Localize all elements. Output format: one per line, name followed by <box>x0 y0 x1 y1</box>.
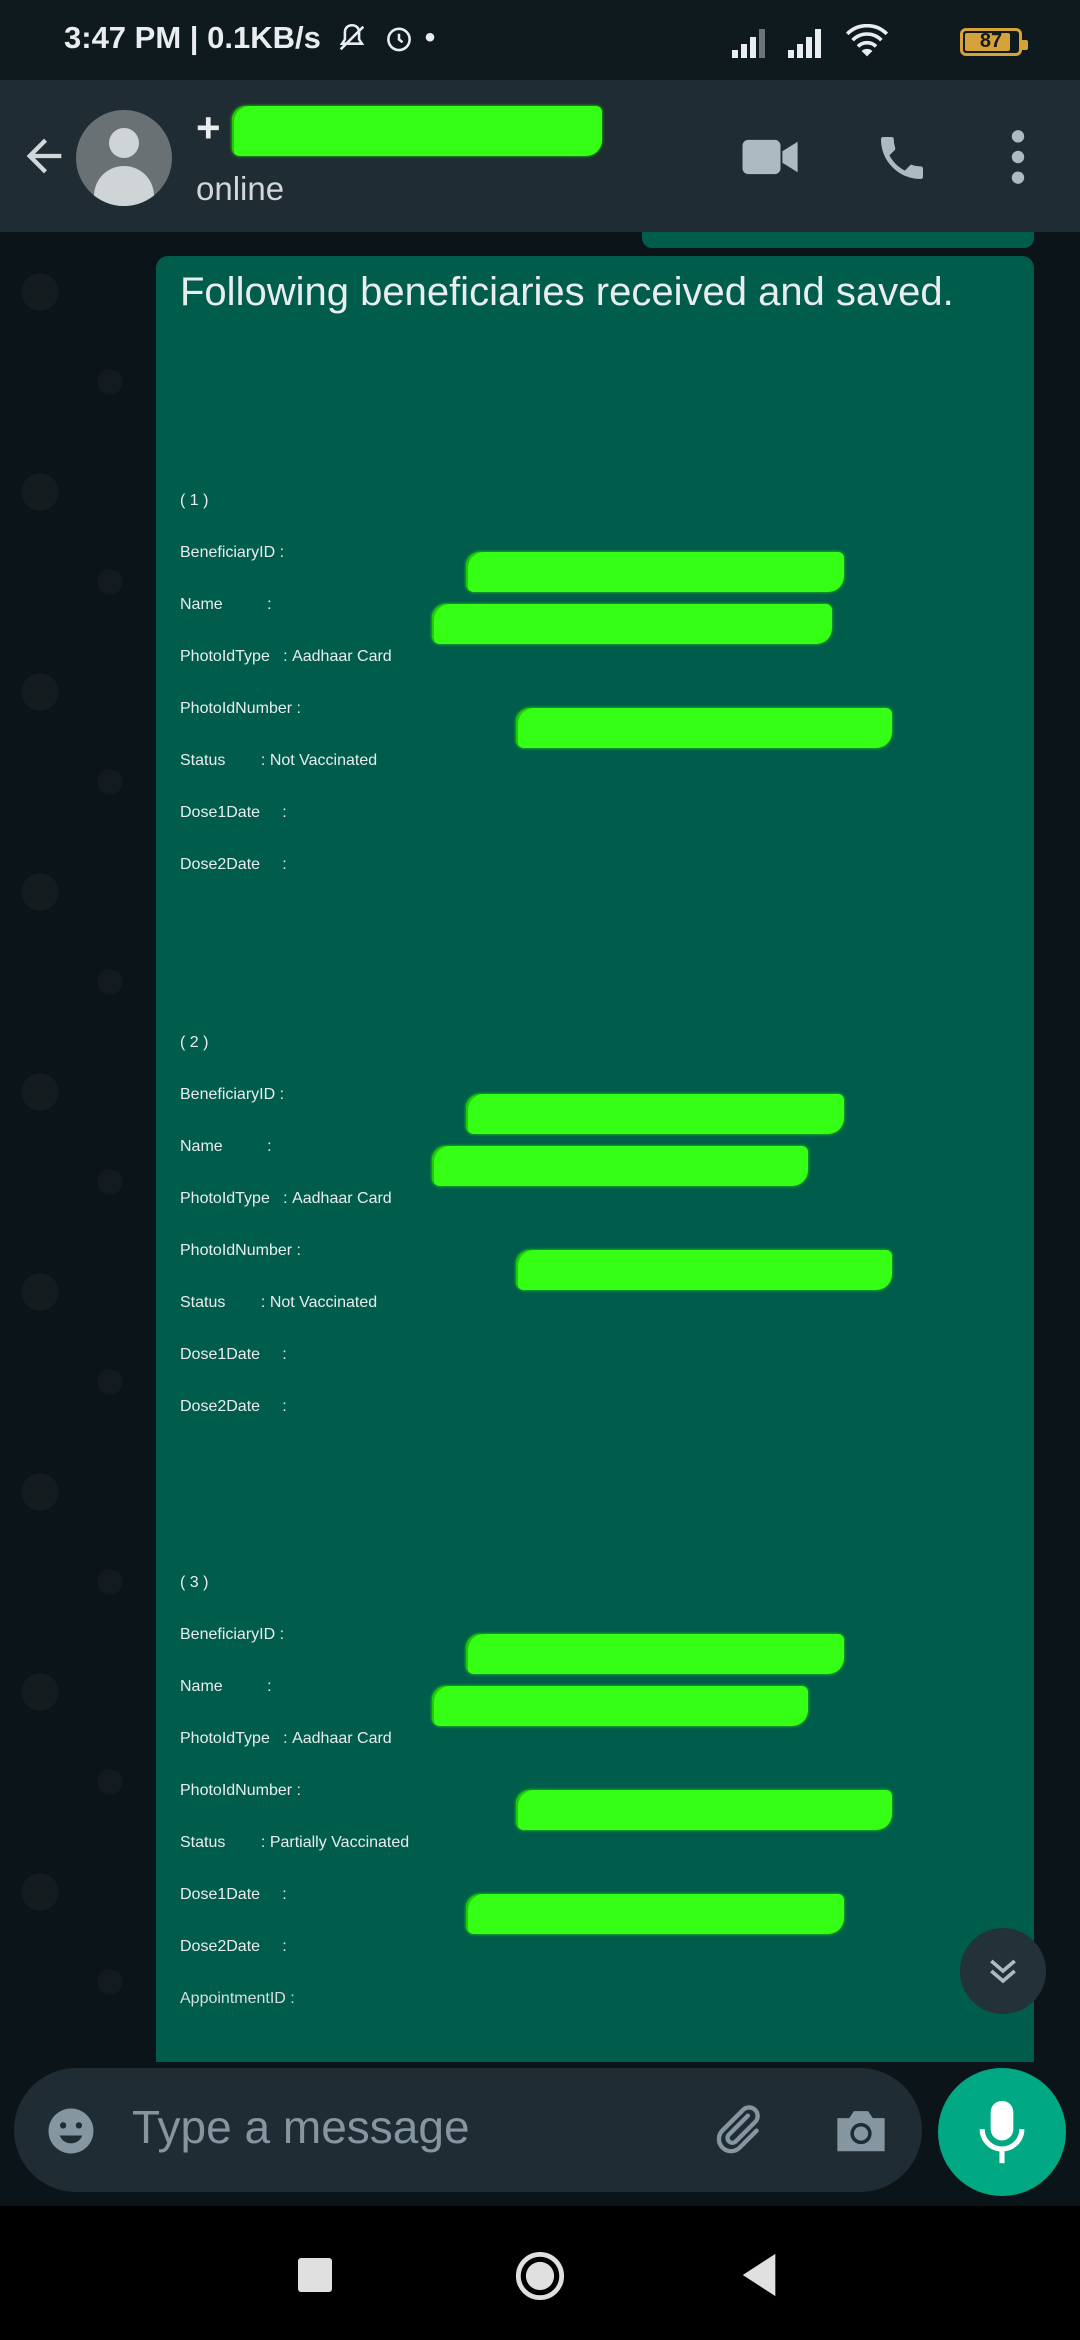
beneficiary-id-redaction <box>466 1634 844 1674</box>
nav-home-icon[interactable] <box>514 2250 566 2302</box>
status-value: Not Vaccinated <box>269 752 378 769</box>
message-text: Following beneficiaries received and sav… <box>180 266 1010 318</box>
beneficiary-entry: ( 2 ) BeneficiaryID : Name : PhotoIdType… <box>180 1034 892 1450</box>
name-redaction <box>432 1686 808 1726</box>
status-value: Partially Vaccinated <box>269 1834 410 1851</box>
nav-back-icon[interactable] <box>740 2252 780 2298</box>
more-options-icon[interactable] <box>1000 126 1036 188</box>
photo-id-number-redaction <box>516 708 892 748</box>
wifi-icon <box>845 24 889 57</box>
dose1-label: Dose1Date : <box>180 1886 287 1903</box>
status-label: Status : <box>180 1834 266 1851</box>
nav-recents-icon[interactable] <box>298 2258 332 2292</box>
contact-number-redaction <box>232 106 602 156</box>
mic-button[interactable] <box>938 2068 1066 2196</box>
beneficiary-entry: ( 1 ) BeneficiaryID : Name : PhotoIdType… <box>180 492 892 908</box>
entry-index: ( 1 ) <box>180 492 209 509</box>
beneficiary-id-label: BeneficiaryID : <box>180 1086 285 1103</box>
status-label: Status : <box>180 1294 266 1311</box>
scroll-down-button[interactable] <box>960 1928 1046 2014</box>
signal-icon-1 <box>732 29 765 58</box>
contact-prefix: + <box>196 104 221 151</box>
chat-header: + online <box>0 80 1080 232</box>
signal-icon-2 <box>788 29 821 58</box>
chat-area[interactable]: Following beneficiaries received and sav… <box>0 232 1080 2062</box>
system-nav-bar <box>0 2206 1080 2340</box>
status-time: 3:47 PM <box>64 19 182 55</box>
beneficiary-id-redaction <box>466 1094 844 1134</box>
avatar[interactable] <box>76 110 172 206</box>
photo-id-type-label: PhotoIdType : <box>180 1730 288 1747</box>
photo-id-type-label: PhotoIdType : <box>180 1190 288 1207</box>
appointment-id-label: AppointmentID : <box>180 1990 295 2007</box>
message-intro: Following beneficiaries received and sav… <box>180 270 954 314</box>
entry-index: ( 2 ) <box>180 1034 209 1051</box>
dose1-label: Dose1Date : <box>180 804 287 821</box>
name-label: Name : <box>180 1678 272 1695</box>
photo-id-number-label: PhotoIdNumber : <box>180 700 301 717</box>
dose2-label: Dose2Date : <box>180 856 287 873</box>
photo-id-number-label: PhotoIdNumber : <box>180 1782 301 1799</box>
status-label: Status : <box>180 752 266 769</box>
name-label: Name : <box>180 1138 272 1155</box>
message-input[interactable]: Type a message <box>132 2100 470 2154</box>
attach-icon[interactable] <box>708 2100 766 2158</box>
photo-id-type-value: Aadhaar Card <box>292 648 392 665</box>
name-label: Name : <box>180 596 272 613</box>
name-redaction <box>432 604 832 644</box>
scroll-down-icon <box>990 1959 1016 1984</box>
dose2-label: Dose2Date : <box>180 1938 287 1955</box>
status-left: 3:47 PM | 0.1KB/s • <box>64 19 436 55</box>
camera-icon[interactable] <box>832 2104 890 2156</box>
photo-id-number-redaction <box>516 1250 892 1290</box>
photo-id-number-redaction <box>516 1790 892 1830</box>
battery-icon: 87 <box>960 28 1028 56</box>
beneficiary-id-label: BeneficiaryID : <box>180 1626 285 1643</box>
status-value: Not Vaccinated <box>269 1294 378 1311</box>
mic-icon <box>979 2100 1025 2164</box>
photo-id-number-label: PhotoIdNumber : <box>180 1242 301 1259</box>
previous-message-bubble[interactable] <box>642 232 1034 248</box>
message-bubble[interactable]: Following beneficiaries received and sav… <box>156 256 1034 2062</box>
contact-status: online <box>196 170 285 207</box>
beneficiary-entry: ( 3 ) BeneficiaryID : Name : PhotoIdType… <box>180 1574 892 2042</box>
battery-level: 87 <box>979 30 1003 52</box>
photo-id-type-value: Aadhaar Card <box>292 1730 392 1747</box>
status-bar: 3:47 PM | 0.1KB/s • 87 <box>0 0 1080 80</box>
photo-id-type-label: PhotoIdType : <box>180 648 288 665</box>
alarm-icon <box>387 27 411 52</box>
beneficiary-id-label: BeneficiaryID : <box>180 544 285 561</box>
mute-icon <box>340 23 365 51</box>
status-speed: 0.1KB/s <box>207 19 321 55</box>
message-composer[interactable]: Type a message <box>14 2068 922 2192</box>
back-arrow-icon[interactable] <box>18 130 70 182</box>
beneficiary-id-redaction <box>466 552 844 592</box>
name-redaction <box>432 1146 808 1186</box>
notification-dot: • <box>424 20 436 54</box>
dose1-date-redaction <box>466 1894 844 1934</box>
dose1-label: Dose1Date : <box>180 1346 287 1363</box>
contact-name[interactable]: + <box>196 104 221 152</box>
phone-call-icon[interactable] <box>874 130 930 186</box>
entry-index: ( 3 ) <box>180 1574 209 1591</box>
video-call-icon[interactable] <box>742 138 800 176</box>
emoji-icon[interactable] <box>44 2104 98 2158</box>
photo-id-type-value: Aadhaar Card <box>292 1190 392 1207</box>
dose2-label: Dose2Date : <box>180 1398 287 1415</box>
